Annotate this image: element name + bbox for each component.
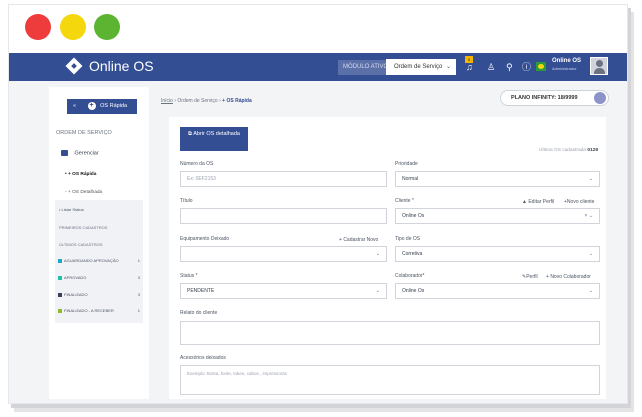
diamond-logo-icon — [65, 57, 83, 75]
chevron-down-icon: ⌄ — [375, 288, 380, 294]
novo-cliente-link[interactable]: +Novo cliente — [564, 199, 594, 205]
last-registrations-link[interactable]: ÚLTIMOS CADASTROS — [59, 242, 103, 247]
minimize-window-button[interactable] — [60, 14, 86, 40]
plan-text: PLANO INFINITY: 18/9999 — [511, 95, 578, 101]
cliente-label: Cliente * — [395, 198, 414, 204]
user-info[interactable]: Online OS Administrador — [552, 58, 581, 71]
status-item-finalizado[interactable]: FINALIZADO 3 — [58, 292, 140, 297]
equip-label: Equipamento Deixado — [180, 236, 230, 242]
sidebar-item-label: Gerenciar — [74, 150, 99, 157]
chevron-down-icon: ⌄ — [588, 251, 593, 257]
clear-chevron-icon: × ⌄ — [584, 213, 594, 219]
prioridade-label: Prioridade — [395, 161, 418, 167]
info-icon[interactable]: ⓘ — [522, 60, 531, 74]
os-rapida-label: OS Rápida — [100, 103, 128, 109]
cadastrar-novo-link[interactable]: + Cadastrar Novo — [339, 237, 378, 243]
sidebar: « + OS Rápida ORDEM DE SERVIÇO Gerenciar… — [49, 87, 149, 399]
relato-textarea[interactable] — [180, 321, 600, 345]
chevron-down-icon: ⌄ — [588, 176, 593, 182]
maximize-window-button[interactable] — [94, 14, 120, 40]
sidebar-sub-os-detalhada[interactable]: - + OS Detalhada — [65, 190, 102, 195]
plus-icon: + — [87, 101, 96, 110]
equip-select[interactable]: ⌄ — [180, 246, 387, 262]
sidebar-section-title: ORDEM DE SERVIÇO — [56, 130, 112, 136]
user-name: Online OS — [552, 58, 582, 64]
breadcrumb: Início › Ordem de Serviço › + OS Rápida — [161, 98, 252, 104]
chevron-down-icon: ⌄ — [375, 251, 380, 257]
notification-badge: 0 — [465, 56, 473, 63]
editar-perfil-link[interactable]: ▲ Editar Perfil — [522, 199, 554, 205]
plus-icon: + — [339, 237, 342, 243]
relato-label: Relato do cliente — [180, 310, 218, 316]
novo-colaborador-link[interactable]: + Novo Colaborador — [546, 274, 591, 280]
user-outline-icon[interactable]: ♙ — [487, 60, 495, 74]
brand-name: Online OS — [89, 58, 154, 74]
user-role: Administrador — [552, 66, 577, 71]
status-item-aguardando[interactable]: AGUARDANDO APROVAÇÃO 1 — [58, 258, 140, 263]
status-color-icon — [58, 308, 62, 313]
content-area: « + OS Rápida ORDEM DE SERVIÇO Gerenciar… — [9, 81, 627, 403]
os-rapida-button[interactable]: « + OS Rápida — [67, 99, 137, 114]
sidebar-item-gerenciar[interactable]: Gerenciar — [61, 150, 99, 156]
first-registrations-link[interactable]: PRIMEIROS CADASTROS — [59, 225, 107, 230]
module-select-value: Ordem de Serviço — [394, 64, 443, 70]
sidebar-sub-listar-status[interactable]: • Listar Status — [59, 207, 141, 212]
top-navbar: Online OS MÓDULO ATIVO Ordem de Serviço … — [9, 53, 627, 81]
breadcrumb-parent[interactable]: Ordem de Serviço — [177, 98, 217, 104]
brazil-flag-icon[interactable] — [536, 62, 546, 71]
app-window: Online OS MÓDULO ATIVO Ordem de Serviço … — [8, 4, 628, 404]
window-chrome — [9, 5, 627, 53]
acessorios-textarea[interactable]: Exemplo: Bolsa, fonte, token, cabos , im… — [180, 365, 600, 395]
numero-input[interactable]: Ex: 0EF2153 — [180, 171, 387, 187]
sidebar-sub-os-rapida[interactable]: • + OS Rápida — [65, 172, 96, 177]
plan-badge[interactable]: PLANO INFINITY: 18/9999 — [500, 90, 609, 106]
search-icon[interactable]: ⚲ — [506, 60, 513, 74]
status-color-icon — [58, 258, 62, 263]
plan-progress-icon — [594, 92, 606, 104]
status-label: Status * — [180, 273, 198, 279]
colab-label: Colaborador* — [395, 273, 425, 279]
status-item-aprovado[interactable]: APROVADO 3 — [58, 275, 140, 280]
tipo-select[interactable]: Corretiva ⌄ — [395, 246, 600, 262]
sidebar-sub-panel: • Listar Status PRIMEIROS CADASTROS ÚLTI… — [55, 200, 143, 323]
acessorios-label: Acessórios deixados — [180, 355, 226, 361]
os-form: ⧉ Abrir OS detalhada Última OS cadastrad… — [169, 117, 606, 399]
avatar[interactable] — [590, 57, 608, 75]
chevron-down-icon: ⌄ — [445, 64, 451, 70]
open-detailed-label: Abrir OS detalhada — [193, 131, 240, 137]
colab-select[interactable]: Online Os ⌄ — [395, 283, 600, 299]
status-item-finalizado-receber[interactable]: FINALIZADO - A RECEBER 1 — [58, 308, 140, 313]
status-select[interactable]: PENDENTE ⌄ — [180, 283, 387, 299]
chevron-left-icon: « — [73, 103, 77, 109]
numero-label: Número da OS — [180, 161, 214, 167]
open-detailed-os-button[interactable]: ⧉ Abrir OS detalhada — [180, 127, 248, 151]
plus-icon: + — [546, 274, 549, 280]
breadcrumb-current: + OS Rápida — [222, 98, 252, 104]
folder-icon — [61, 150, 68, 156]
cliente-select[interactable]: Online Os × ⌄ — [395, 208, 600, 224]
close-window-button[interactable] — [25, 14, 51, 40]
status-color-icon — [58, 292, 62, 297]
titulo-input[interactable] — [180, 208, 387, 224]
status-color-icon — [58, 275, 62, 280]
active-module-label: MÓDULO ATIVO — [338, 60, 394, 75]
chevron-down-icon: ⌄ — [588, 288, 593, 294]
last-os-info: Última OS cadastrada 0128 — [539, 148, 598, 153]
external-link-icon: ⧉ — [188, 131, 192, 137]
titulo-label: Título — [180, 198, 193, 204]
brand[interactable]: Online OS — [65, 57, 154, 75]
module-select[interactable]: Ordem de Serviço ⌄ — [386, 59, 456, 75]
breadcrumb-home[interactable]: Início — [161, 98, 173, 104]
prioridade-select[interactable]: Normal ⌄ — [395, 171, 600, 187]
perfil-link[interactable]: ✎Perfil — [522, 274, 538, 280]
user-icon: ▲ — [522, 199, 527, 205]
tipo-label: Tipo de OS — [395, 236, 421, 242]
